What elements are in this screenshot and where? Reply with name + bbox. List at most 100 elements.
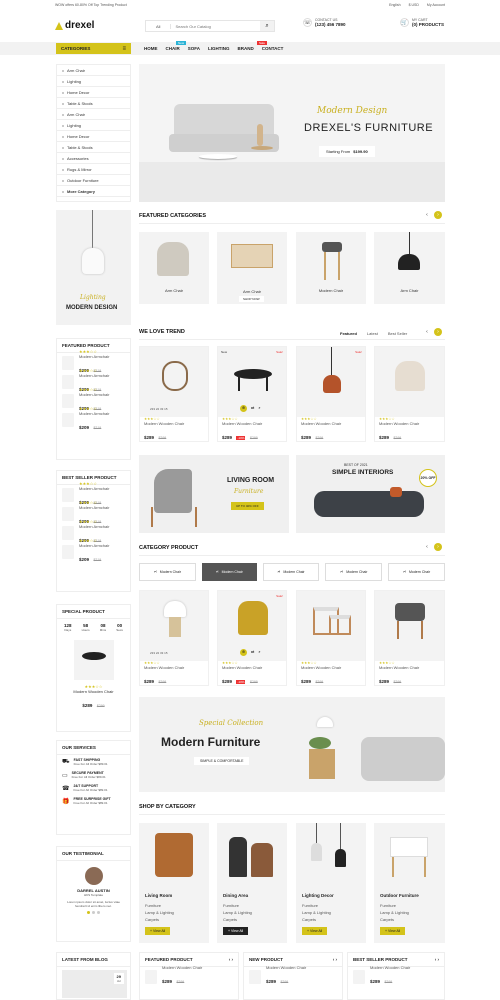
category-item[interactable]: Table & Stools	[57, 98, 130, 109]
tab-featured[interactable]: Featured	[340, 331, 357, 336]
hero-price-box[interactable]: Starting From $199.90	[319, 146, 375, 157]
collection-sub[interactable]: SIMPLE & COMFORTABLE	[194, 757, 250, 765]
chevron-icons[interactable]: ‹ ›	[229, 957, 233, 962]
product-card[interactable]: Sale! ★★★☆☆ Modern Wooden Chair $289 $29…	[296, 346, 366, 442]
shop-now-button[interactable]: SHOP NOW	[239, 296, 264, 302]
cart-icon[interactable]: ⊕	[240, 405, 247, 412]
view-all-button[interactable]: + View All	[302, 927, 328, 935]
nav-lighting[interactable]: LIGHTING	[208, 46, 230, 51]
tab-modern-chair[interactable]: ⑁ Modern Chair	[139, 563, 196, 581]
category-item[interactable]: Accessories	[57, 153, 130, 164]
tab-modern-chair[interactable]: ⑁ Modern Chair	[262, 563, 320, 581]
product-card[interactable]: ★★★☆☆ Modern Wooden Chair $289 $299	[374, 590, 445, 686]
tab-modern-chair-active[interactable]: ⑁ Modern Chair	[201, 563, 257, 581]
special-product-image[interactable]	[73, 640, 114, 680]
search-category[interactable]: All	[146, 23, 172, 29]
list-item[interactable]: Modern Wooden Chair $289 $299	[348, 965, 444, 986]
list-item[interactable]: Modern Wooden Chair $289 $299	[140, 965, 238, 986]
subcategory-link[interactable]: Lamp & Lighting	[145, 910, 174, 915]
search-button[interactable]: ⌕	[260, 21, 274, 31]
chevron-right-icon[interactable]: ›	[434, 543, 442, 551]
search-input[interactable]	[171, 23, 261, 29]
chevron-right-icon[interactable]: ›	[434, 328, 442, 336]
subcategory-link[interactable]: Carpets	[223, 917, 237, 922]
tab-modern-chair[interactable]: ⑁ Modern Chair	[388, 563, 445, 581]
shop-category-card[interactable]: Dining Area Furniture Lamp & Lighting Ca…	[217, 823, 287, 943]
blog-image[interactable]: 29 Jul	[62, 970, 127, 998]
nav-home[interactable]: HOME	[144, 46, 158, 51]
subcategory-link[interactable]: Carpets	[380, 917, 394, 922]
quick-actions[interactable]: ⊕ ⇄ ⌕	[240, 649, 261, 656]
category-item[interactable]: Outdoor Furniture	[57, 175, 130, 186]
subcategory-link[interactable]: Furniture	[380, 903, 396, 908]
simple-interiors-banner[interactable]: BEST OF 2021 SIMPLE INTERIORS 20% OFF	[296, 455, 445, 533]
product-card[interactable]: ★★★☆☆ Modern Wooden Chair $289 $299	[374, 346, 445, 442]
list-item[interactable]: Modern Wooden Chair $289 $299	[244, 965, 342, 986]
compare-icon[interactable]: ⇄	[251, 405, 254, 412]
chevron-left-icon[interactable]: ‹	[423, 211, 431, 219]
product-card[interactable]: New Sale! ⊕ ⇄ ⌕ ★★★☆☆ Modern Wooden Chair …	[217, 346, 287, 442]
category-item[interactable]: Rugs & Mirror	[57, 164, 130, 175]
carousel-nav[interactable]: ‹ ›	[423, 543, 442, 551]
subcategory-link[interactable]: Carpets	[145, 917, 159, 922]
subcategory-link[interactable]: Lamp & Lighting	[223, 910, 252, 915]
category-item[interactable]: Lighting	[57, 120, 130, 131]
cart-icon[interactable]: ⊕	[240, 649, 247, 656]
category-item[interactable]: Table & Stools	[57, 142, 130, 153]
hero-banner[interactable]: Modern Design DREXEL'S FURNITURE Startin…	[139, 64, 445, 202]
category-card[interactable]: Arm Chair	[374, 232, 445, 304]
currency-select[interactable]: $ USD	[409, 3, 419, 7]
subcategory-link[interactable]: Furniture	[302, 903, 318, 908]
shop-category-card[interactable]: Living Room Furniture Lamp & Lighting Ca…	[139, 823, 209, 943]
category-card[interactable]: Modern Chair	[296, 232, 366, 304]
side-banner[interactable]: Lighting MODERN DESIGN	[56, 210, 131, 325]
quick-actions[interactable]: ⊕ ⇄ ⌕	[240, 405, 261, 412]
product-card[interactable]: 233 22 33 15 ★★★☆☆ Modern Wooden Chair $…	[139, 346, 209, 442]
contact-phone[interactable]: (123) 456 7890	[315, 22, 346, 27]
view-all-button[interactable]: + View All	[380, 927, 406, 935]
shop-category-card[interactable]: Outdoor Furniture Furniture Lamp & Light…	[374, 823, 445, 943]
compare-icon[interactable]: ⇄	[251, 649, 254, 656]
subcategory-link[interactable]: Furniture	[145, 903, 161, 908]
category-card[interactable]: Arm Chair	[139, 232, 209, 304]
list-item[interactable]: ★★★☆☆ Modern Armchair $209 $219	[57, 538, 130, 562]
living-room-banner[interactable]: LIVING ROOM Furniture UP TO 40% OFF	[139, 455, 289, 533]
category-card[interactable]: Arm Chair SHOP NOW	[217, 232, 287, 304]
product-card[interactable]: ★★★☆☆ Modern Wooden Chair $289 $299	[296, 590, 366, 686]
special-collection-banner[interactable]: Special Collection Modern Furniture SIMP…	[139, 697, 445, 792]
chevron-left-icon[interactable]: ‹	[423, 543, 431, 551]
chevron-icons[interactable]: ‹ ›	[333, 957, 337, 962]
category-item[interactable]: Arm Chair	[57, 65, 130, 76]
subcategory-link[interactable]: Carpets	[302, 917, 316, 922]
language-select[interactable]: English	[389, 3, 400, 7]
category-item[interactable]: Arm Chair	[57, 109, 130, 120]
nav-contact[interactable]: CONTACT	[262, 46, 284, 51]
nav-brand[interactable]: BRAND	[238, 46, 254, 51]
list-item[interactable]: ★★★☆☆ Modern Armchair $209 $219	[57, 406, 130, 430]
chevron-left-icon[interactable]: ‹	[423, 328, 431, 336]
carousel-nav[interactable]: ‹ ›	[423, 211, 442, 219]
subcategory-link[interactable]: Furniture	[223, 903, 239, 908]
view-icon[interactable]: ⌕	[258, 405, 260, 412]
categories-toggle[interactable]: CATEGORIES ≡	[56, 43, 131, 54]
subcategory-link[interactable]: Lamp & Lighting	[302, 910, 331, 915]
tab-best-seller[interactable]: Best Seller	[388, 331, 407, 336]
tab-latest[interactable]: Latest	[367, 331, 378, 336]
nav-sofa[interactable]: SOFA	[188, 46, 200, 51]
category-item[interactable]: Home Decor	[57, 131, 130, 142]
category-item[interactable]: Lighting	[57, 76, 130, 87]
view-all-button[interactable]: + View All	[145, 927, 171, 935]
living-offer-button[interactable]: UP TO 40% OFF	[231, 502, 264, 510]
product-card[interactable]: 233 22 33 15 ★★★☆☆ Modern Wooden Chair $…	[139, 590, 209, 686]
cart-block[interactable]: 🛒 MY CART (0) PRODUCTS	[400, 18, 444, 27]
tab-modern-chair[interactable]: ⑁ Modern Chair	[325, 563, 383, 581]
chevron-right-icon[interactable]: ›	[434, 211, 442, 219]
nav-chair[interactable]: CHAIR	[166, 46, 180, 51]
shop-category-card[interactable]: Lighting Decor Furniture Lamp & Lighting…	[296, 823, 366, 943]
view-all-button[interactable]: + View All	[223, 927, 249, 935]
subcategory-link[interactable]: Lamp & Lighting	[380, 910, 409, 915]
category-item[interactable]: More Category	[57, 186, 130, 197]
chevron-icons[interactable]: ‹ ›	[435, 957, 439, 962]
account-menu[interactable]: My Account	[427, 3, 445, 7]
category-item[interactable]: Home Decor	[57, 87, 130, 98]
